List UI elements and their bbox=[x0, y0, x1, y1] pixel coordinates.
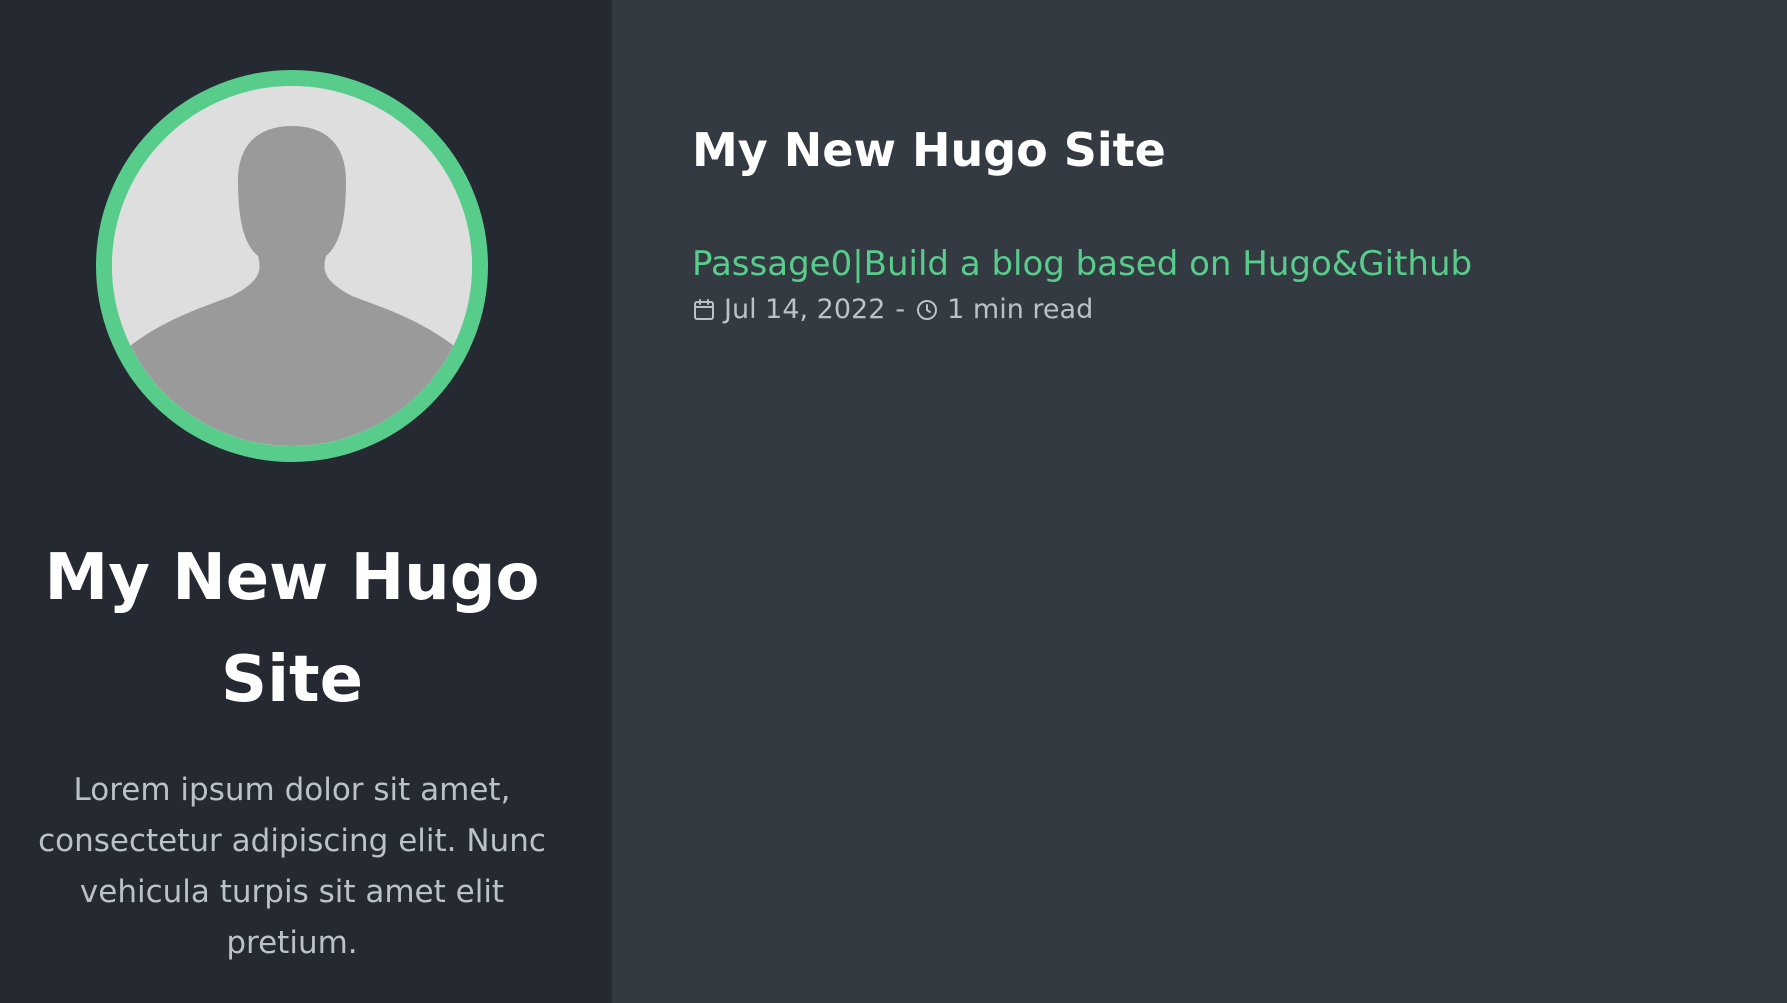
meta-separator: - bbox=[895, 294, 906, 325]
avatar bbox=[96, 70, 488, 462]
sidebar: My New Hugo Site Lorem ipsum dolor sit a… bbox=[0, 0, 612, 1003]
main-content: My New Hugo Site Passage0|Build a blog b… bbox=[612, 0, 1787, 1003]
calendar-icon bbox=[692, 298, 716, 322]
page: My New Hugo Site Lorem ipsum dolor sit a… bbox=[0, 0, 1787, 1003]
sidebar-description: Lorem ipsum dolor sit amet, consectetur … bbox=[38, 772, 546, 961]
user-silhouette-icon bbox=[112, 86, 472, 446]
post-title-link[interactable]: Passage0|Build a blog based on Hugo&Gith… bbox=[692, 240, 1472, 288]
post-reading-time: 1 min read bbox=[947, 294, 1094, 325]
clock-icon bbox=[915, 298, 939, 322]
page-title: My New Hugo Site bbox=[692, 123, 1166, 177]
sidebar-site-title: My New Hugo Site bbox=[44, 541, 540, 717]
post-date: Jul 14, 2022 bbox=[724, 294, 886, 325]
post-meta: Jul 14, 2022 - 1 min read bbox=[692, 292, 1093, 328]
